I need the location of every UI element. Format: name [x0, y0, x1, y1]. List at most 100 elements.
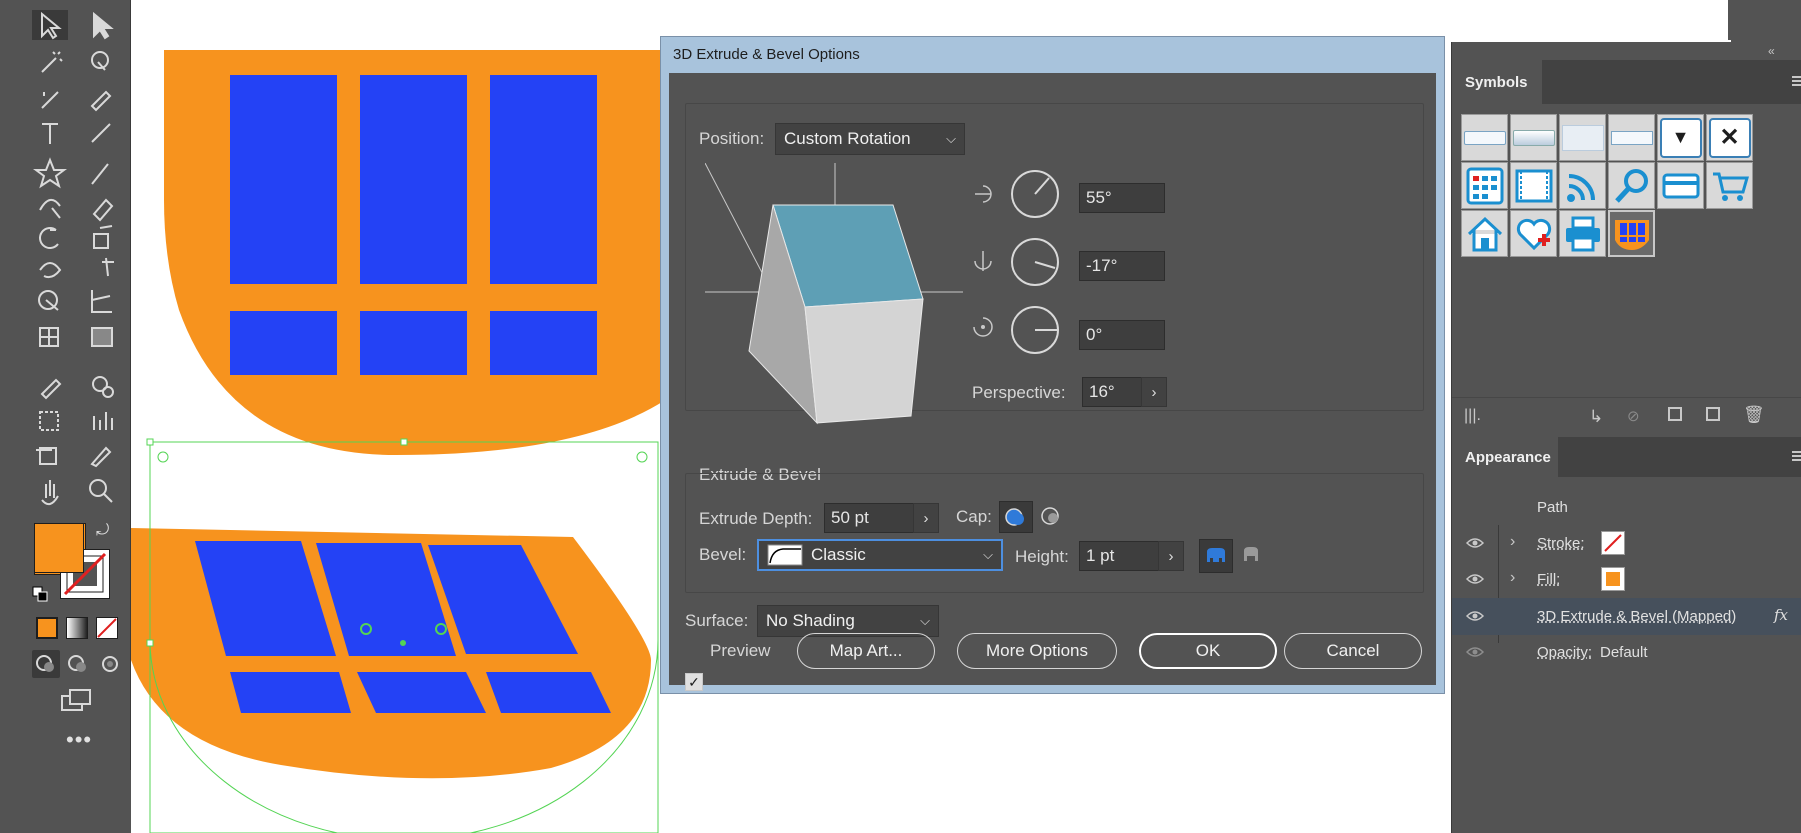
- rss-icon[interactable]: [1559, 162, 1606, 209]
- x-rotation-input[interactable]: 55°: [1079, 183, 1165, 213]
- extrude-depth-label: Extrude Depth:: [699, 509, 813, 528]
- symbols-panel: « Symbols ▼ ✕ |||. ↳ ⊘ 🗑: [1451, 42, 1801, 437]
- break-link-icon[interactable]: ⊘: [1627, 407, 1640, 425]
- visibility-eye-icon[interactable]: [1466, 646, 1484, 658]
- heart-plus-icon[interactable]: [1510, 210, 1557, 257]
- expand-chevron-icon[interactable]: ›: [1510, 533, 1515, 551]
- more-options-button[interactable]: More Options: [957, 633, 1117, 669]
- cap-on-button[interactable]: [999, 501, 1033, 533]
- y-axis-rotation-icon: [969, 247, 997, 275]
- gradient-mode-icon[interactable]: [66, 617, 88, 639]
- bevel-label: Bevel:: [699, 545, 747, 564]
- preview-checkbox[interactable]: ✓: [685, 673, 703, 691]
- position-label: Position:: [699, 129, 765, 148]
- draw-behind-icon[interactable]: [64, 650, 92, 678]
- bevel-height-input[interactable]: 1 pt: [1079, 541, 1159, 571]
- extrude-depth-input[interactable]: 50 pt: [824, 503, 914, 533]
- appearance-fill-row[interactable]: › Fill:: [1452, 561, 1801, 598]
- appearance-panel: Appearance Path › Stroke: › Fill: 3D Ext…: [1451, 437, 1801, 833]
- filmstrip-icon[interactable]: [1510, 162, 1557, 209]
- x-rotation-value: 55°: [1086, 188, 1112, 207]
- dropdown-arrow-icon[interactable]: ▼: [1657, 114, 1704, 161]
- position-dropdown[interactable]: Custom Rotation ⌵: [775, 123, 965, 155]
- calendar-icon[interactable]: [1461, 162, 1508, 209]
- draw-normal-icon[interactable]: [32, 650, 60, 678]
- height-label: Height:: [1015, 547, 1069, 566]
- opacity-label[interactable]: Opacity:: [1537, 644, 1592, 661]
- place-symbol-icon[interactable]: ↳: [1589, 407, 1603, 427]
- panel-menu-icon[interactable]: [1792, 451, 1801, 461]
- dialog-body: Position: Custom Rotation ⌵ 55° -17° 0° …: [669, 73, 1436, 691]
- window-symbol-icon[interactable]: [1608, 210, 1655, 257]
- visibility-eye-icon[interactable]: [1466, 537, 1484, 549]
- symbols-tab[interactable]: Symbols: [1452, 60, 1542, 104]
- surface-dropdown-value: No Shading: [766, 611, 855, 630]
- fill-swatch[interactable]: [1601, 567, 1625, 591]
- button-dropdown-icon[interactable]: [1608, 114, 1655, 161]
- appearance-effect-row[interactable]: 3D Extrude & Bevel (Mapped) fx: [1452, 598, 1801, 635]
- top-right-strip: [1728, 0, 1801, 40]
- screen-mode-icon[interactable]: [60, 688, 94, 714]
- printer-icon[interactable]: [1559, 210, 1606, 257]
- perspective-input[interactable]: 16°: [1082, 377, 1142, 407]
- appearance-stroke-row[interactable]: › Stroke:: [1452, 525, 1801, 562]
- cap-off-button[interactable]: [1035, 501, 1067, 533]
- path-label: Path: [1537, 499, 1568, 516]
- chevron-down-icon: ⌵: [946, 131, 956, 146]
- delete-symbol-icon[interactable]: 🗑: [1743, 405, 1765, 425]
- z-rotation-input[interactable]: 0°: [1079, 320, 1165, 350]
- symbols-footer: [1452, 397, 1801, 398]
- appearance-path-row[interactable]: Path: [1452, 489, 1801, 526]
- draw-inside-icon[interactable]: [96, 650, 124, 678]
- fill-label[interactable]: Fill:: [1537, 571, 1560, 588]
- button-light-icon[interactable]: [1559, 114, 1606, 161]
- y-rotation-value: -17°: [1086, 256, 1118, 275]
- map-art-button[interactable]: Map Art...: [797, 633, 935, 669]
- none-mode-icon[interactable]: [96, 617, 118, 639]
- perspective-slider-button[interactable]: ›: [1141, 377, 1167, 407]
- bevel-extent-in-button[interactable]: [1235, 539, 1269, 573]
- home-icon[interactable]: [1461, 210, 1508, 257]
- extrude-depth-value: 50 pt: [831, 508, 869, 527]
- magnifier-icon[interactable]: [1608, 162, 1655, 209]
- color-mode-icon[interactable]: [36, 617, 58, 639]
- more-tools-icon[interactable]: •••: [66, 729, 91, 751]
- symbol-libraries-icon[interactable]: |||.: [1464, 407, 1481, 425]
- z-rotation-dial[interactable]: [1011, 306, 1059, 354]
- appearance-tab[interactable]: Appearance: [1452, 437, 1558, 477]
- chevron-down-icon: ⌵: [983, 547, 993, 562]
- y-rotation-input[interactable]: -17°: [1079, 251, 1165, 281]
- close-x-icon[interactable]: ✕: [1706, 114, 1753, 161]
- rotation-cube-preview[interactable]: [705, 163, 965, 433]
- extrude-depth-slider-button[interactable]: ›: [913, 503, 939, 533]
- default-colors-icon[interactable]: [32, 586, 48, 602]
- fill-color-swatch-front[interactable]: [34, 523, 84, 573]
- button-flat-icon[interactable]: [1461, 114, 1508, 161]
- fx-icon[interactable]: fx: [1774, 606, 1788, 624]
- cancel-button[interactable]: Cancel: [1284, 633, 1422, 669]
- button-gradient-icon[interactable]: [1510, 114, 1557, 161]
- position-dropdown-value: Custom Rotation: [784, 129, 911, 148]
- 3d-effect-label[interactable]: 3D Extrude & Bevel (Mapped): [1537, 608, 1736, 625]
- new-symbol-icon[interactable]: [1706, 407, 1720, 421]
- credit-card-icon[interactable]: [1657, 162, 1704, 209]
- collapse-panels-icon[interactable]: «: [1768, 44, 1775, 58]
- panel-menu-icon[interactable]: [1792, 76, 1801, 86]
- bevel-height-slider-button[interactable]: ›: [1158, 541, 1184, 571]
- ok-button[interactable]: OK: [1139, 633, 1277, 669]
- x-rotation-dial[interactable]: [1011, 170, 1059, 218]
- visibility-eye-icon[interactable]: [1466, 573, 1484, 585]
- symbol-options-icon[interactable]: [1668, 407, 1682, 421]
- tools-panel: ⤾ •••: [22, 0, 131, 770]
- stroke-swatch[interactable]: [1601, 531, 1625, 555]
- stroke-label[interactable]: Stroke:: [1537, 535, 1585, 552]
- y-rotation-dial[interactable]: [1011, 238, 1059, 286]
- appearance-opacity-row[interactable]: Opacity: Default: [1452, 634, 1801, 671]
- bevel-shape-preview-icon: [767, 544, 803, 566]
- bevel-extent-out-button[interactable]: [1199, 539, 1233, 573]
- bevel-dropdown[interactable]: Classic ⌵: [757, 539, 1003, 571]
- swap-colors-icon[interactable]: ⤾: [96, 522, 116, 542]
- visibility-eye-icon[interactable]: [1466, 610, 1484, 622]
- shopping-cart-icon[interactable]: [1706, 162, 1753, 209]
- expand-chevron-icon[interactable]: ›: [1510, 569, 1515, 587]
